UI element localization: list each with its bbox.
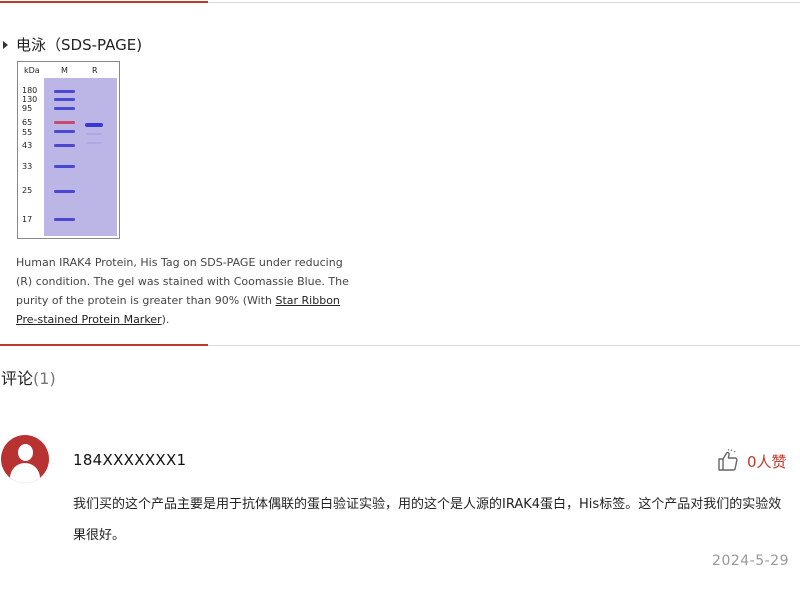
comments-count: (1) — [33, 369, 56, 388]
marker-band — [54, 165, 75, 168]
marker-band — [54, 190, 75, 193]
marker-band — [54, 121, 75, 124]
user-avatar-icon — [1, 435, 49, 483]
marker-band — [54, 90, 75, 93]
marker-label: 180 — [22, 86, 38, 95]
marker-band — [54, 144, 75, 147]
comments-divider-accent — [0, 344, 208, 346]
figure-caption: Human IRAK4 Protein, His Tag on SDS-PAGE… — [16, 253, 356, 329]
triangle-bullet-icon — [3, 40, 8, 49]
gel-lane-label-m: M — [61, 66, 68, 75]
comment-username: 184XXXXXXX1 — [73, 451, 187, 469]
top-divider — [0, 1, 800, 3]
sds-page-gel-image: kDa M R 180 130 95 65 55 43 33 25 17 — [17, 61, 120, 239]
comments-divider — [0, 344, 800, 346]
marker-label: 43 — [22, 141, 33, 150]
top-divider-accent — [0, 1, 208, 3]
sample-faint-band — [86, 142, 102, 144]
sample-band — [85, 123, 103, 127]
marker-label: 55 — [22, 128, 33, 137]
section-title: 电泳（SDS-PAGE) — [16, 36, 143, 54]
like-count: 0人赞 — [747, 452, 787, 471]
gel-lanes — [44, 78, 117, 236]
marker-band — [54, 98, 75, 101]
avatar-body — [10, 463, 40, 483]
avatar-head — [18, 444, 33, 461]
marker-band — [54, 130, 75, 133]
gel-unit-label: kDa — [24, 66, 40, 75]
marker-label: 65 — [22, 118, 33, 127]
section-header: 电泳（SDS-PAGE) — [3, 34, 142, 55]
comment-body: 我们买的这个产品主要是用于抗体偶联的蛋白验证实验，用的这个是人源的IRAK4蛋白… — [73, 497, 782, 543]
marker-label: 130 — [22, 95, 38, 104]
marker-label: 95 — [22, 104, 33, 113]
like-button[interactable]: 0人赞 — [716, 449, 787, 473]
marker-band — [54, 107, 75, 110]
marker-label: 17 — [22, 215, 33, 224]
comment-date: 2024-5-29 — [712, 553, 789, 569]
marker-label: 25 — [22, 186, 33, 195]
caption-suffix: ). — [161, 313, 170, 326]
marker-label: 33 — [22, 162, 33, 171]
sample-faint-band — [86, 133, 102, 135]
gel-lane-label-r: R — [92, 66, 98, 75]
comments-label: 评论 — [1, 369, 34, 388]
marker-band — [54, 218, 75, 221]
thumbs-up-icon — [718, 449, 738, 471]
comments-heading: 评论(1) — [1, 365, 56, 389]
